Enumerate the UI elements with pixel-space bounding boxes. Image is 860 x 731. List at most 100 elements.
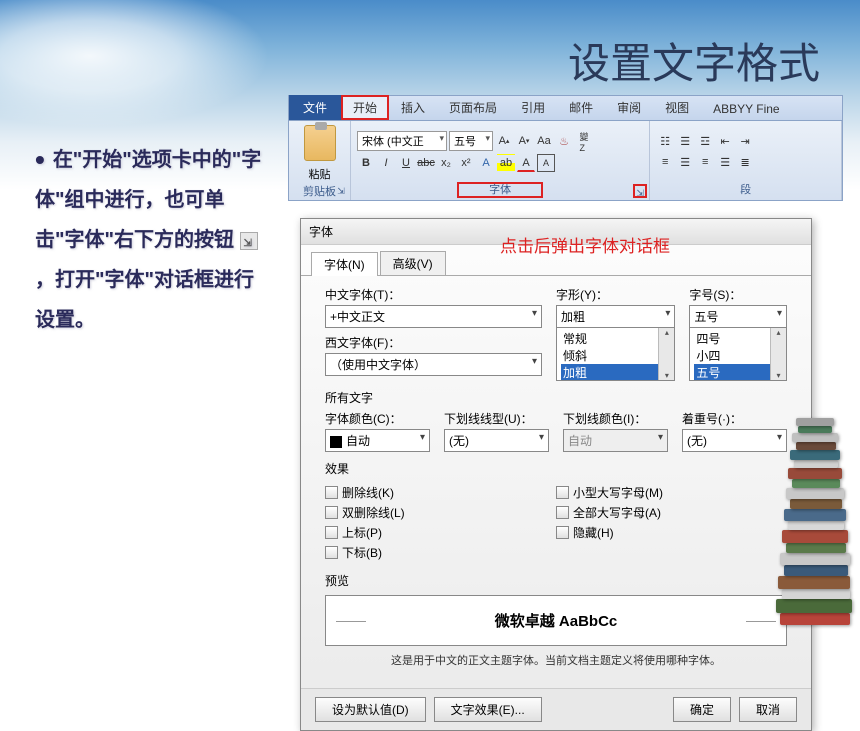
- ribbon-body: 粘贴 剪贴板 ⇲ 宋体 (中文正 五号 A▴ A▾ Aa ♨ 變Z B I: [288, 121, 843, 201]
- bullets-icon[interactable]: ☷: [656, 132, 674, 150]
- tab-references[interactable]: 引用: [509, 95, 557, 120]
- font-color-icon[interactable]: A: [517, 154, 535, 172]
- annotation-text: 点击后弹出字体对话框: [500, 232, 670, 257]
- checkbox-smallcaps[interactable]: 小型大写字母(M): [556, 484, 787, 501]
- tab-home[interactable]: 开始: [341, 95, 389, 120]
- checkbox-dstrike[interactable]: 双删除线(L): [325, 504, 556, 521]
- phonetic-icon[interactable]: 變Z: [575, 132, 593, 150]
- description-text: • 在"开始"选项卡中的"字体"组中进行，也可单击"字体"右下方的按钮 ，打开"…: [35, 140, 270, 340]
- launcher-icon-inline: [240, 232, 258, 250]
- decrease-indent-icon[interactable]: ⇤: [716, 132, 734, 150]
- label-en-font: 西文字体(F)：: [325, 334, 542, 351]
- align-right-icon[interactable]: ≡: [696, 153, 714, 171]
- checkbox-hidden[interactable]: 隐藏(H): [556, 524, 787, 541]
- distribute-icon[interactable]: ≣: [736, 153, 754, 171]
- group-font: 宋体 (中文正 五号 A▴ A▾ Aa ♨ 變Z B I U abc x₂ x²…: [351, 121, 650, 200]
- default-button[interactable]: 设为默认值(D): [315, 697, 426, 722]
- checkbox-box-icon[interactable]: [556, 486, 569, 499]
- checkbox-label: 上标(P): [342, 524, 382, 541]
- dialog-tab-font[interactable]: 字体(N): [311, 252, 378, 276]
- checkbox-label: 下标(B): [342, 544, 382, 561]
- checkbox-box-icon[interactable]: [556, 506, 569, 519]
- group-clipboard: 粘贴 剪贴板 ⇲: [289, 121, 351, 200]
- books-decoration: [770, 385, 860, 625]
- highlight-icon[interactable]: ab: [497, 154, 515, 172]
- en-font-combo[interactable]: （使用中文字体）: [325, 353, 542, 376]
- tab-review[interactable]: 审阅: [605, 95, 653, 120]
- subscript-icon[interactable]: x₂: [437, 154, 455, 172]
- checkbox-label: 双删除线(L): [342, 504, 405, 521]
- checkbox-box-icon[interactable]: [325, 506, 338, 519]
- preview-note: 这是用于中文的正文主题字体。当前文档主题定义将使用哪种字体。: [325, 652, 787, 668]
- clipboard-launcher-icon[interactable]: ⇲: [334, 184, 348, 198]
- style-input[interactable]: 加粗: [556, 305, 675, 327]
- checkbox-allcaps[interactable]: 全部大写字母(A): [556, 504, 787, 521]
- size-listbox[interactable]: 四号 小四 五号: [689, 327, 787, 381]
- style-listbox[interactable]: 常规 倾斜 加粗: [556, 327, 675, 381]
- ribbon-tab-bar: 文件 开始 插入 页面布局 引用 邮件 审阅 视图 ABBYY Fine: [288, 95, 843, 121]
- increase-indent-icon[interactable]: ⇥: [736, 132, 754, 150]
- strike-icon[interactable]: abc: [417, 154, 435, 172]
- checkbox-label: 隐藏(H): [573, 524, 614, 541]
- label-effects: 效果: [325, 460, 787, 477]
- tab-file[interactable]: 文件: [289, 95, 341, 120]
- tab-insert[interactable]: 插入: [389, 95, 437, 120]
- checkbox-box-icon[interactable]: [556, 526, 569, 539]
- text-effects-icon[interactable]: A: [477, 154, 495, 172]
- checkbox-label: 删除线(K): [342, 484, 394, 501]
- label-color: 字体颜色(C)：: [325, 410, 430, 427]
- tab-layout[interactable]: 页面布局: [437, 95, 509, 120]
- underline-combo[interactable]: (无): [444, 429, 549, 452]
- grow-font-icon[interactable]: A▴: [495, 132, 513, 150]
- font-launcher-icon[interactable]: ⇲: [633, 184, 647, 198]
- align-left-icon[interactable]: ≡: [656, 153, 674, 171]
- font-size-select[interactable]: 五号: [449, 131, 493, 151]
- bold-icon[interactable]: B: [357, 154, 375, 172]
- font-name-select[interactable]: 宋体 (中文正: [357, 131, 447, 151]
- justify-icon[interactable]: ☰: [716, 153, 734, 171]
- align-center-icon[interactable]: ☰: [676, 153, 694, 171]
- text-effect-button[interactable]: 文字效果(E)...: [434, 697, 542, 722]
- size-scrollbar[interactable]: [770, 328, 786, 380]
- superscript-icon[interactable]: x²: [457, 154, 475, 172]
- checkbox-sub[interactable]: 下标(B): [325, 544, 556, 561]
- clear-format-icon[interactable]: ♨: [555, 132, 573, 150]
- checkbox-strike[interactable]: 删除线(K): [325, 484, 556, 501]
- checkbox-super[interactable]: 上标(P): [325, 524, 556, 541]
- multilevel-icon[interactable]: ☲: [696, 132, 714, 150]
- numbering-icon[interactable]: ☰: [676, 132, 694, 150]
- desc-part1: 在"开始"选项卡中的"字体"组中进行，也可单击"字体"右下方的按钮: [35, 149, 261, 251]
- underline-color-combo: 自动: [563, 429, 668, 452]
- label-size: 字号(S)：: [689, 286, 787, 303]
- underline-icon[interactable]: U: [397, 154, 415, 172]
- paste-icon[interactable]: [304, 125, 336, 161]
- checkbox-label: 小型大写字母(M): [573, 484, 663, 501]
- tab-view[interactable]: 视图: [653, 95, 701, 120]
- tab-mailings[interactable]: 邮件: [557, 95, 605, 120]
- effects-column-left: 删除线(K) 双删除线(L) 上标(P) 下标(B): [325, 481, 556, 564]
- char-border-icon[interactable]: A: [537, 154, 555, 172]
- checkbox-box-icon[interactable]: [325, 526, 338, 539]
- paragraph-group-label: 段: [656, 180, 835, 198]
- label-preview: 预览: [325, 572, 787, 589]
- group-paragraph: ☷ ☰ ☲ ⇤ ⇥ ≡ ☰ ≡ ☰ ≣ 段: [650, 121, 842, 200]
- ok-button[interactable]: 确定: [673, 697, 731, 722]
- shrink-font-icon[interactable]: A▾: [515, 132, 533, 150]
- font-color-combo[interactable]: 自动: [325, 429, 430, 452]
- change-case-icon[interactable]: Aa: [535, 132, 553, 150]
- slide-title: 设置文字格式: [568, 30, 820, 91]
- checkbox-box-icon[interactable]: [325, 486, 338, 499]
- checkbox-box-icon[interactable]: [325, 546, 338, 559]
- style-scrollbar[interactable]: [658, 328, 674, 380]
- italic-icon[interactable]: I: [377, 154, 395, 172]
- size-input[interactable]: 五号: [689, 305, 787, 327]
- preview-box: 微软卓越 AaBbCc: [325, 595, 787, 646]
- cn-font-combo[interactable]: +中文正文: [325, 305, 542, 328]
- label-underline: 下划线线型(U)：: [444, 410, 549, 427]
- cancel-button[interactable]: 取消: [739, 697, 797, 722]
- dialog-tab-advanced[interactable]: 高级(V): [380, 251, 446, 275]
- font-dialog: 字体 字体(N) 高级(V) 中文字体(T)： +中文正文 西文字体(F)： （…: [300, 218, 812, 731]
- tab-abbyy[interactable]: ABBYY Fine: [701, 98, 791, 120]
- desc-part2: ，打开"字体"对话框进行设置。: [35, 269, 254, 331]
- effects-column-right: 小型大写字母(M) 全部大写字母(A) 隐藏(H): [556, 481, 787, 564]
